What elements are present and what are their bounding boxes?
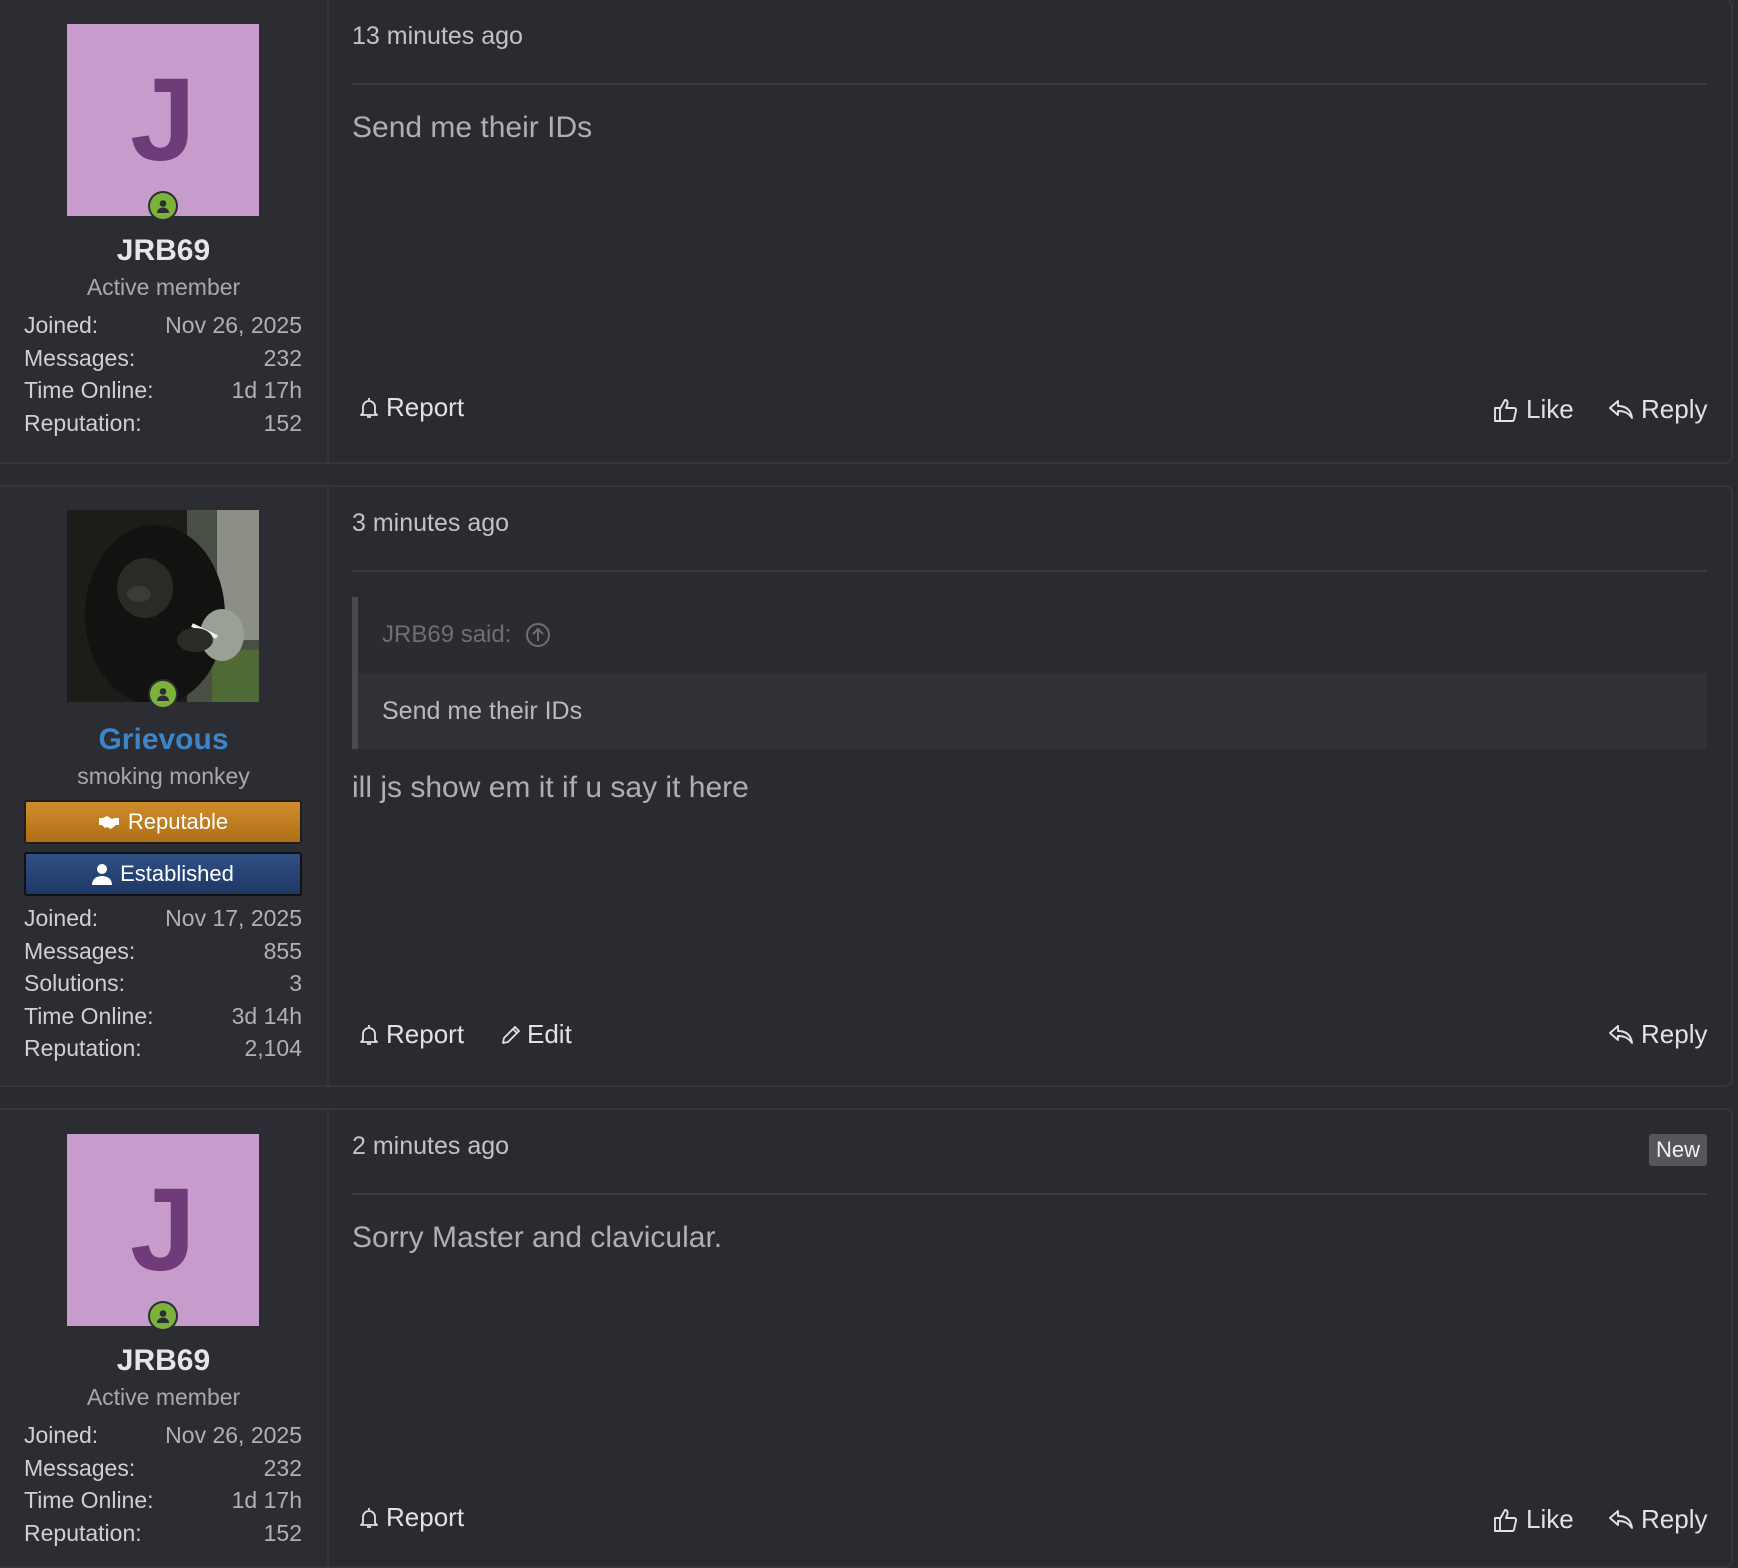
speech-arrow [305, 529, 327, 577]
thumbs-up-icon [1494, 1508, 1517, 1532]
stat-reputation: Reputation: 152 [24, 409, 302, 436]
stat-time-online: Time Online: 1d 17h [24, 377, 302, 403]
post-timestamp[interactable]: 13 minutes ago [352, 22, 523, 51]
report-button[interactable]: Report [358, 1502, 464, 1533]
post: J JRB69 Active member Joined: Nov 26, 202… [0, 1108, 1733, 1568]
username[interactable]: JRB69 [0, 234, 327, 268]
report-button[interactable]: Report [358, 1019, 464, 1050]
post-body: ill js show em it if u say it here [352, 771, 749, 804]
online-status-icon [148, 191, 178, 221]
header-divider [352, 570, 1707, 572]
stat-joined: Joined: Nov 26, 2025 [24, 1422, 302, 1448]
bell-icon [360, 1507, 378, 1528]
post-main: 2 minutes ago New Sorry Master and clavi… [352, 1110, 1707, 1566]
quote-block: JRB69 said: Send me their IDs [352, 597, 1707, 749]
thumbs-up-icon [1494, 398, 1517, 422]
reply-button[interactable]: Reply [1607, 1019, 1707, 1050]
user-title: Active member [86, 274, 241, 300]
stat-joined: Joined: Nov 17, 2025 [24, 905, 302, 931]
avatar[interactable]: J [67, 24, 259, 216]
post-timestamp[interactable]: 3 minutes ago [352, 509, 509, 538]
like-button[interactable]: Like [1492, 394, 1574, 425]
speech-arrow [305, 42, 327, 90]
reply-icon [1609, 399, 1633, 419]
quote-header[interactable]: JRB69 said: [358, 597, 1707, 673]
reply-icon [1609, 1024, 1633, 1044]
like-button[interactable]: Like [1492, 1504, 1574, 1535]
banner-reputable: Reputable [24, 800, 302, 844]
bell-icon [360, 1024, 378, 1045]
user-stats: Joined: Nov 17, 2025 Messages: 855 Solutio… [24, 902, 302, 1065]
post: Grievous smoking monkey Reputable Establ… [0, 485, 1733, 1087]
post-timestamp[interactable]: 2 minutes ago [352, 1132, 509, 1161]
stat-joined: Joined: Nov 26, 2025 [24, 312, 302, 338]
stat-reputation: Reputation: 2,104 [24, 1035, 302, 1061]
header-divider [352, 83, 1707, 85]
pencil-icon [502, 1025, 520, 1044]
user-sidebar: J JRB69 Active member Joined: Nov 26, 202… [0, 0, 329, 462]
arrow-up-circle-icon[interactable] [525, 622, 551, 648]
user-stats: Joined: Nov 26, 2025 Messages: 232 Time On… [24, 309, 302, 439]
reply-icon [1609, 1509, 1633, 1529]
online-status-icon [148, 679, 178, 709]
handshake-icon [98, 816, 119, 829]
post-body: Sorry Master and clavicular. [352, 1221, 723, 1254]
user-title: smoking monkey [77, 763, 250, 789]
edit-button[interactable]: Edit [499, 1019, 572, 1050]
speech-arrow [305, 1152, 327, 1200]
post-main: 3 minutes ago JRB69 said: Send me their … [352, 487, 1707, 1085]
avatar[interactable]: J [67, 1134, 259, 1326]
username[interactable]: Grievous [0, 723, 327, 757]
post-main: 13 minutes ago Send me their IDs Report … [352, 0, 1707, 462]
stat-time-online: Time Online: 1d 17h [24, 1487, 302, 1513]
reply-button[interactable]: Reply [1607, 1504, 1707, 1535]
quote-author[interactable]: JRB69 said: [382, 621, 511, 649]
user-icon [92, 864, 113, 885]
chimpanzee-photo-icon [67, 510, 259, 702]
stat-messages: Messages: 232 [24, 344, 302, 371]
stat-reputation: Reputation: 152 [24, 1519, 302, 1546]
reply-button[interactable]: Reply [1607, 394, 1707, 425]
user-sidebar: Grievous smoking monkey Reputable Establ… [0, 487, 329, 1085]
post-body: Send me their IDs [352, 111, 593, 144]
online-status-icon [148, 1301, 178, 1331]
username[interactable]: JRB69 [0, 1344, 327, 1378]
report-button[interactable]: Report [358, 392, 464, 423]
bell-icon [360, 397, 378, 418]
quote-text: Send me their IDs [358, 673, 1707, 749]
user-title: Active member [86, 1384, 241, 1410]
stat-messages: Messages: 232 [24, 1454, 302, 1481]
avatar[interactable] [67, 510, 259, 702]
post: J JRB69 Active member Joined: Nov 26, 202… [0, 0, 1733, 464]
stat-messages: Messages: 855 [24, 937, 302, 964]
banner-established: Established [24, 852, 302, 896]
header-divider [352, 1193, 1707, 1195]
new-badge: New [1648, 1134, 1707, 1166]
stat-solutions: Solutions: 3 [24, 970, 302, 996]
stat-time-online: Time Online: 3d 14h [24, 1002, 302, 1029]
user-sidebar: J JRB69 Active member Joined: Nov 26, 202… [0, 1110, 329, 1566]
